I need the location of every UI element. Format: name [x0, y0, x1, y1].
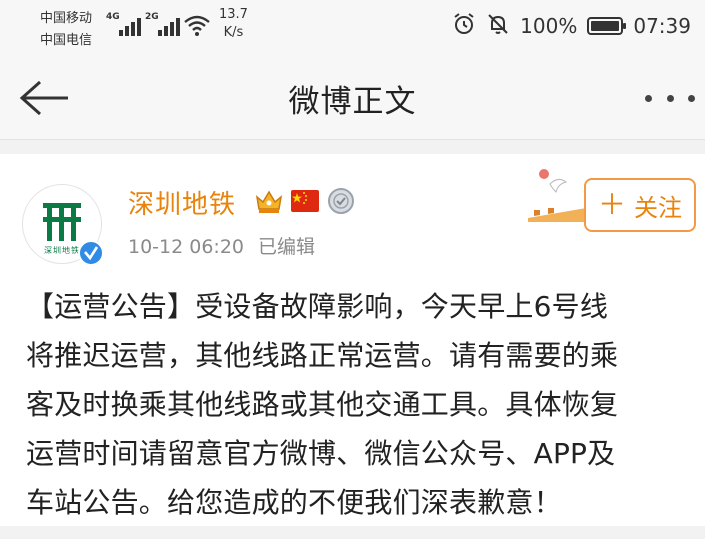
carrier-names: 中国移动 中国电信: [40, 8, 92, 52]
follow-label: 关注: [634, 193, 682, 222]
battery-percent: 100%: [520, 14, 578, 38]
post-timestamp: 10-12 06:20: [128, 236, 245, 258]
carrier-1: 中国移动: [40, 11, 93, 26]
status-bar: 中国移动 中国电信 4G 2G 13.7 K/s 100% 07:39: [0, 0, 705, 56]
signal-2-tag: 2G: [145, 12, 159, 22]
net-speed: 13.7 K/s: [219, 6, 248, 42]
author-name[interactable]: 深圳地铁: [128, 184, 236, 221]
status-time: 07:39: [633, 14, 691, 38]
verified-icon: [78, 240, 104, 266]
content-line: 将推迟运营，其他线路正常运营。请有需要的乘: [26, 339, 619, 372]
content-line: 运营时间请留意官方微博、微信公众号、APP及: [26, 437, 616, 470]
edited-label[interactable]: 已编辑: [258, 236, 315, 258]
status-right: 100% 07:39: [452, 12, 691, 40]
more-dot: [688, 94, 695, 102]
content-line: 客及时换乘其他线路或其他交通工具。具体恢复: [26, 388, 619, 421]
post-meta: 10-12 06:20 已编辑: [128, 232, 315, 259]
more-dot: [645, 94, 652, 102]
plus-icon: ＋: [597, 188, 626, 221]
follow-button[interactable]: ＋ 关注: [584, 178, 696, 232]
card-divider: [0, 526, 705, 539]
signal-1-tag: 4G: [106, 12, 120, 22]
metro-logo-icon: [43, 203, 81, 241]
battery-icon: [587, 17, 627, 35]
more-dot: [666, 94, 674, 102]
author-avatar[interactable]: 深圳地铁: [22, 184, 104, 266]
content-line: 车站公告。给您造成的不便我们深表歉意！: [26, 486, 562, 519]
china-flag-icon: [290, 186, 320, 216]
page-title: 微博正文: [288, 84, 417, 120]
mute-bell-icon: [486, 12, 510, 41]
vip-crown-icon[interactable]: [254, 186, 284, 216]
battery-fill: [591, 21, 620, 31]
net-speed-value: 13.7: [219, 7, 248, 22]
post-card: 深圳地铁 深圳地铁 10-12 06:20 已编辑 ＋ 关注 【运营公告】受设备…: [0, 154, 705, 526]
post-content: 【运营公告】受设备故障影响，今天早上6号线 将推迟运营，其他线路正常运营。请有需…: [26, 282, 694, 527]
more-button[interactable]: [645, 86, 695, 110]
medal-icon[interactable]: [326, 186, 356, 216]
wifi-icon: [183, 14, 211, 40]
author-badges: [254, 186, 356, 216]
alarm-icon: [452, 12, 476, 41]
carrier-2: 中国电信: [40, 33, 93, 48]
net-speed-unit: K/s: [223, 25, 244, 40]
content-line: 【运营公告】受设备故障影响，今天早上6号线: [26, 290, 609, 323]
nav-bar: 微博正文: [0, 56, 705, 140]
